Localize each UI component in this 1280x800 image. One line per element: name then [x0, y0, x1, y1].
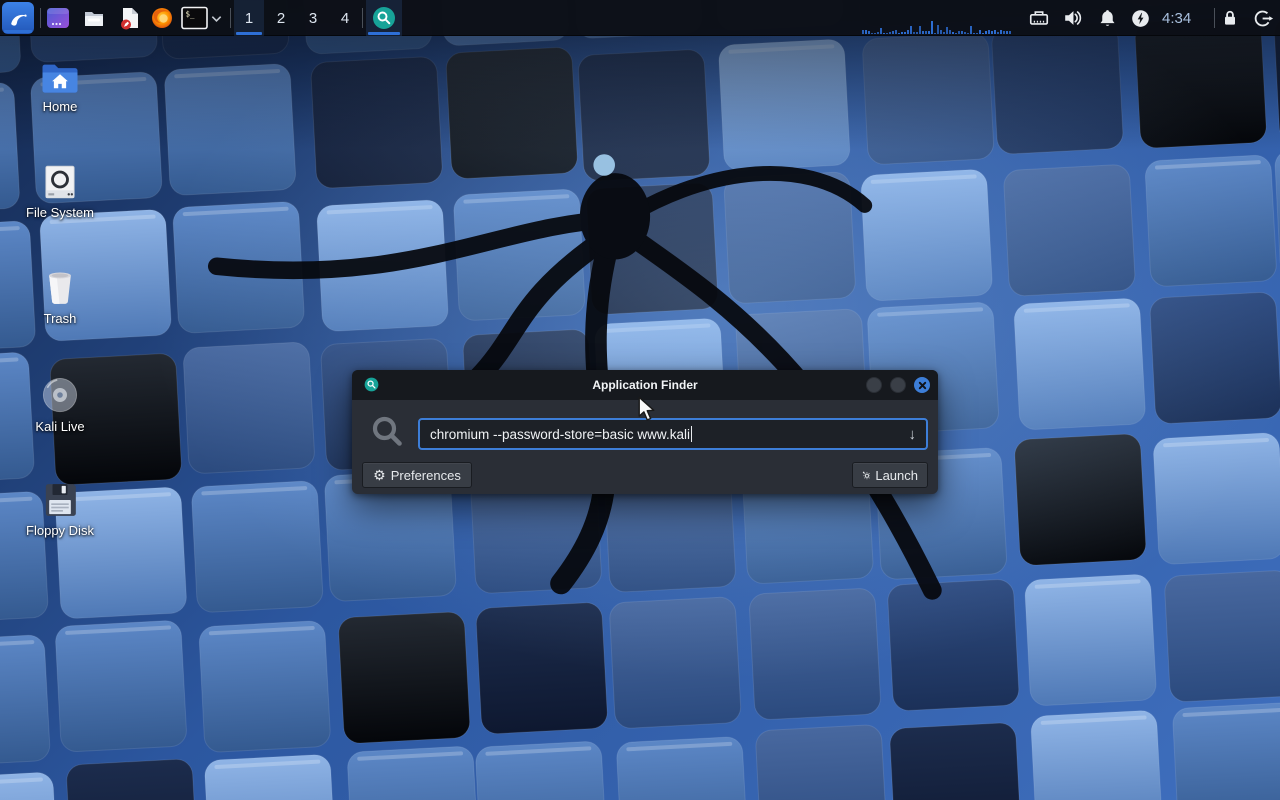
- desktop-icon-home[interactable]: Home: [18, 56, 102, 114]
- lock-screen-button[interactable]: [1219, 7, 1241, 29]
- workspace-4[interactable]: 4: [330, 0, 360, 36]
- power-manager-tray-button[interactable]: [1129, 7, 1151, 29]
- trash-can-icon: [40, 268, 80, 308]
- launch-gear-icon: [862, 468, 870, 482]
- network-tray-button[interactable]: [1028, 7, 1050, 29]
- floppy-disk-icon: [40, 480, 80, 520]
- purple-window-icon: [46, 6, 70, 30]
- volume-tray-button[interactable]: [1062, 7, 1084, 29]
- speaker-icon: [1062, 7, 1084, 29]
- notifications-tray-button[interactable]: [1096, 7, 1118, 29]
- search-icon: [370, 414, 406, 450]
- logout-button[interactable]: [1252, 7, 1274, 29]
- kali-logo-icon: [6, 6, 30, 30]
- desktop-icon-label: Kali Live: [18, 419, 102, 434]
- desktop-icon-kali-live[interactable]: Kali Live: [18, 374, 102, 434]
- command-input[interactable]: chromium --password-store=basic www.kali…: [418, 418, 928, 450]
- panel-separator: [230, 8, 231, 28]
- panel-separator: [362, 8, 363, 28]
- chevron-down-icon: [210, 12, 223, 25]
- application-finder-icon: [364, 377, 379, 392]
- top-panel: $_ 1 2 3 4: [0, 0, 1280, 36]
- preferences-button[interactable]: ⚙ Preferences: [362, 462, 472, 488]
- minimize-button[interactable]: [866, 377, 882, 393]
- desktop-icon-floppy-disk[interactable]: Floppy Disk: [18, 480, 102, 538]
- terminal-dropdown-button[interactable]: [208, 6, 224, 30]
- text-caret: [691, 426, 692, 442]
- text-editor-launcher[interactable]: [118, 6, 142, 30]
- taskbar-application-finder[interactable]: [366, 0, 402, 36]
- file-manager-launcher[interactable]: [82, 6, 106, 30]
- lock-icon: [1220, 8, 1240, 28]
- close-icon: [918, 381, 927, 390]
- history-dropdown-arrow[interactable]: ↓: [909, 426, 917, 443]
- desktop-icon-label: Trash: [18, 311, 102, 326]
- kali-desktop: $_ 1 2 3 4: [0, 0, 1280, 800]
- firefox-launcher[interactable]: [150, 6, 174, 30]
- launch-button[interactable]: Launch: [852, 462, 928, 488]
- home-folder-icon: [39, 56, 81, 96]
- desktop-icon-trash[interactable]: Trash: [18, 268, 102, 326]
- panel-separator: [1214, 8, 1215, 28]
- desktop-icon-label: File System: [18, 205, 102, 220]
- window-title: Application Finder: [352, 378, 938, 392]
- svg-text:$_: $_: [185, 10, 195, 19]
- panel-separator: [40, 8, 41, 28]
- desktop-icon-file-system[interactable]: File System: [18, 162, 102, 220]
- folder-icon: [82, 6, 106, 30]
- power-lightning-icon: [1130, 8, 1151, 29]
- workspace-3[interactable]: 3: [298, 0, 328, 36]
- firefox-icon: [150, 6, 174, 30]
- command-text: chromium --password-store=basic www.kali: [430, 427, 690, 442]
- workspace-1[interactable]: 1: [234, 0, 264, 36]
- document-edit-icon: [118, 6, 142, 30]
- ethernet-icon: [1028, 7, 1050, 29]
- optical-disc-icon: [39, 374, 81, 416]
- bell-icon: [1097, 8, 1118, 29]
- desktop-icon-label: Floppy Disk: [18, 523, 102, 538]
- desktop-icon-label: Home: [18, 99, 102, 114]
- application-finder-window: Application Finder chromium --password-s…: [352, 370, 938, 494]
- workspace-2[interactable]: 2: [266, 0, 296, 36]
- kali-menu-button[interactable]: [2, 2, 34, 34]
- application-finder-icon: [372, 6, 396, 30]
- close-button[interactable]: [914, 377, 930, 393]
- gear-icon: ⚙: [373, 468, 386, 482]
- maximize-button[interactable]: [890, 377, 906, 393]
- terminal-launcher[interactable]: $_: [180, 6, 208, 30]
- hard-disk-icon: [40, 162, 80, 202]
- terminal-icon: $_: [181, 6, 208, 30]
- mouse-cursor: [636, 396, 658, 422]
- network-monitor-graph: [862, 19, 1012, 34]
- clock[interactable]: 4:34: [1162, 0, 1191, 36]
- settings-app-launcher[interactable]: [46, 6, 70, 30]
- logout-icon: [1253, 8, 1274, 29]
